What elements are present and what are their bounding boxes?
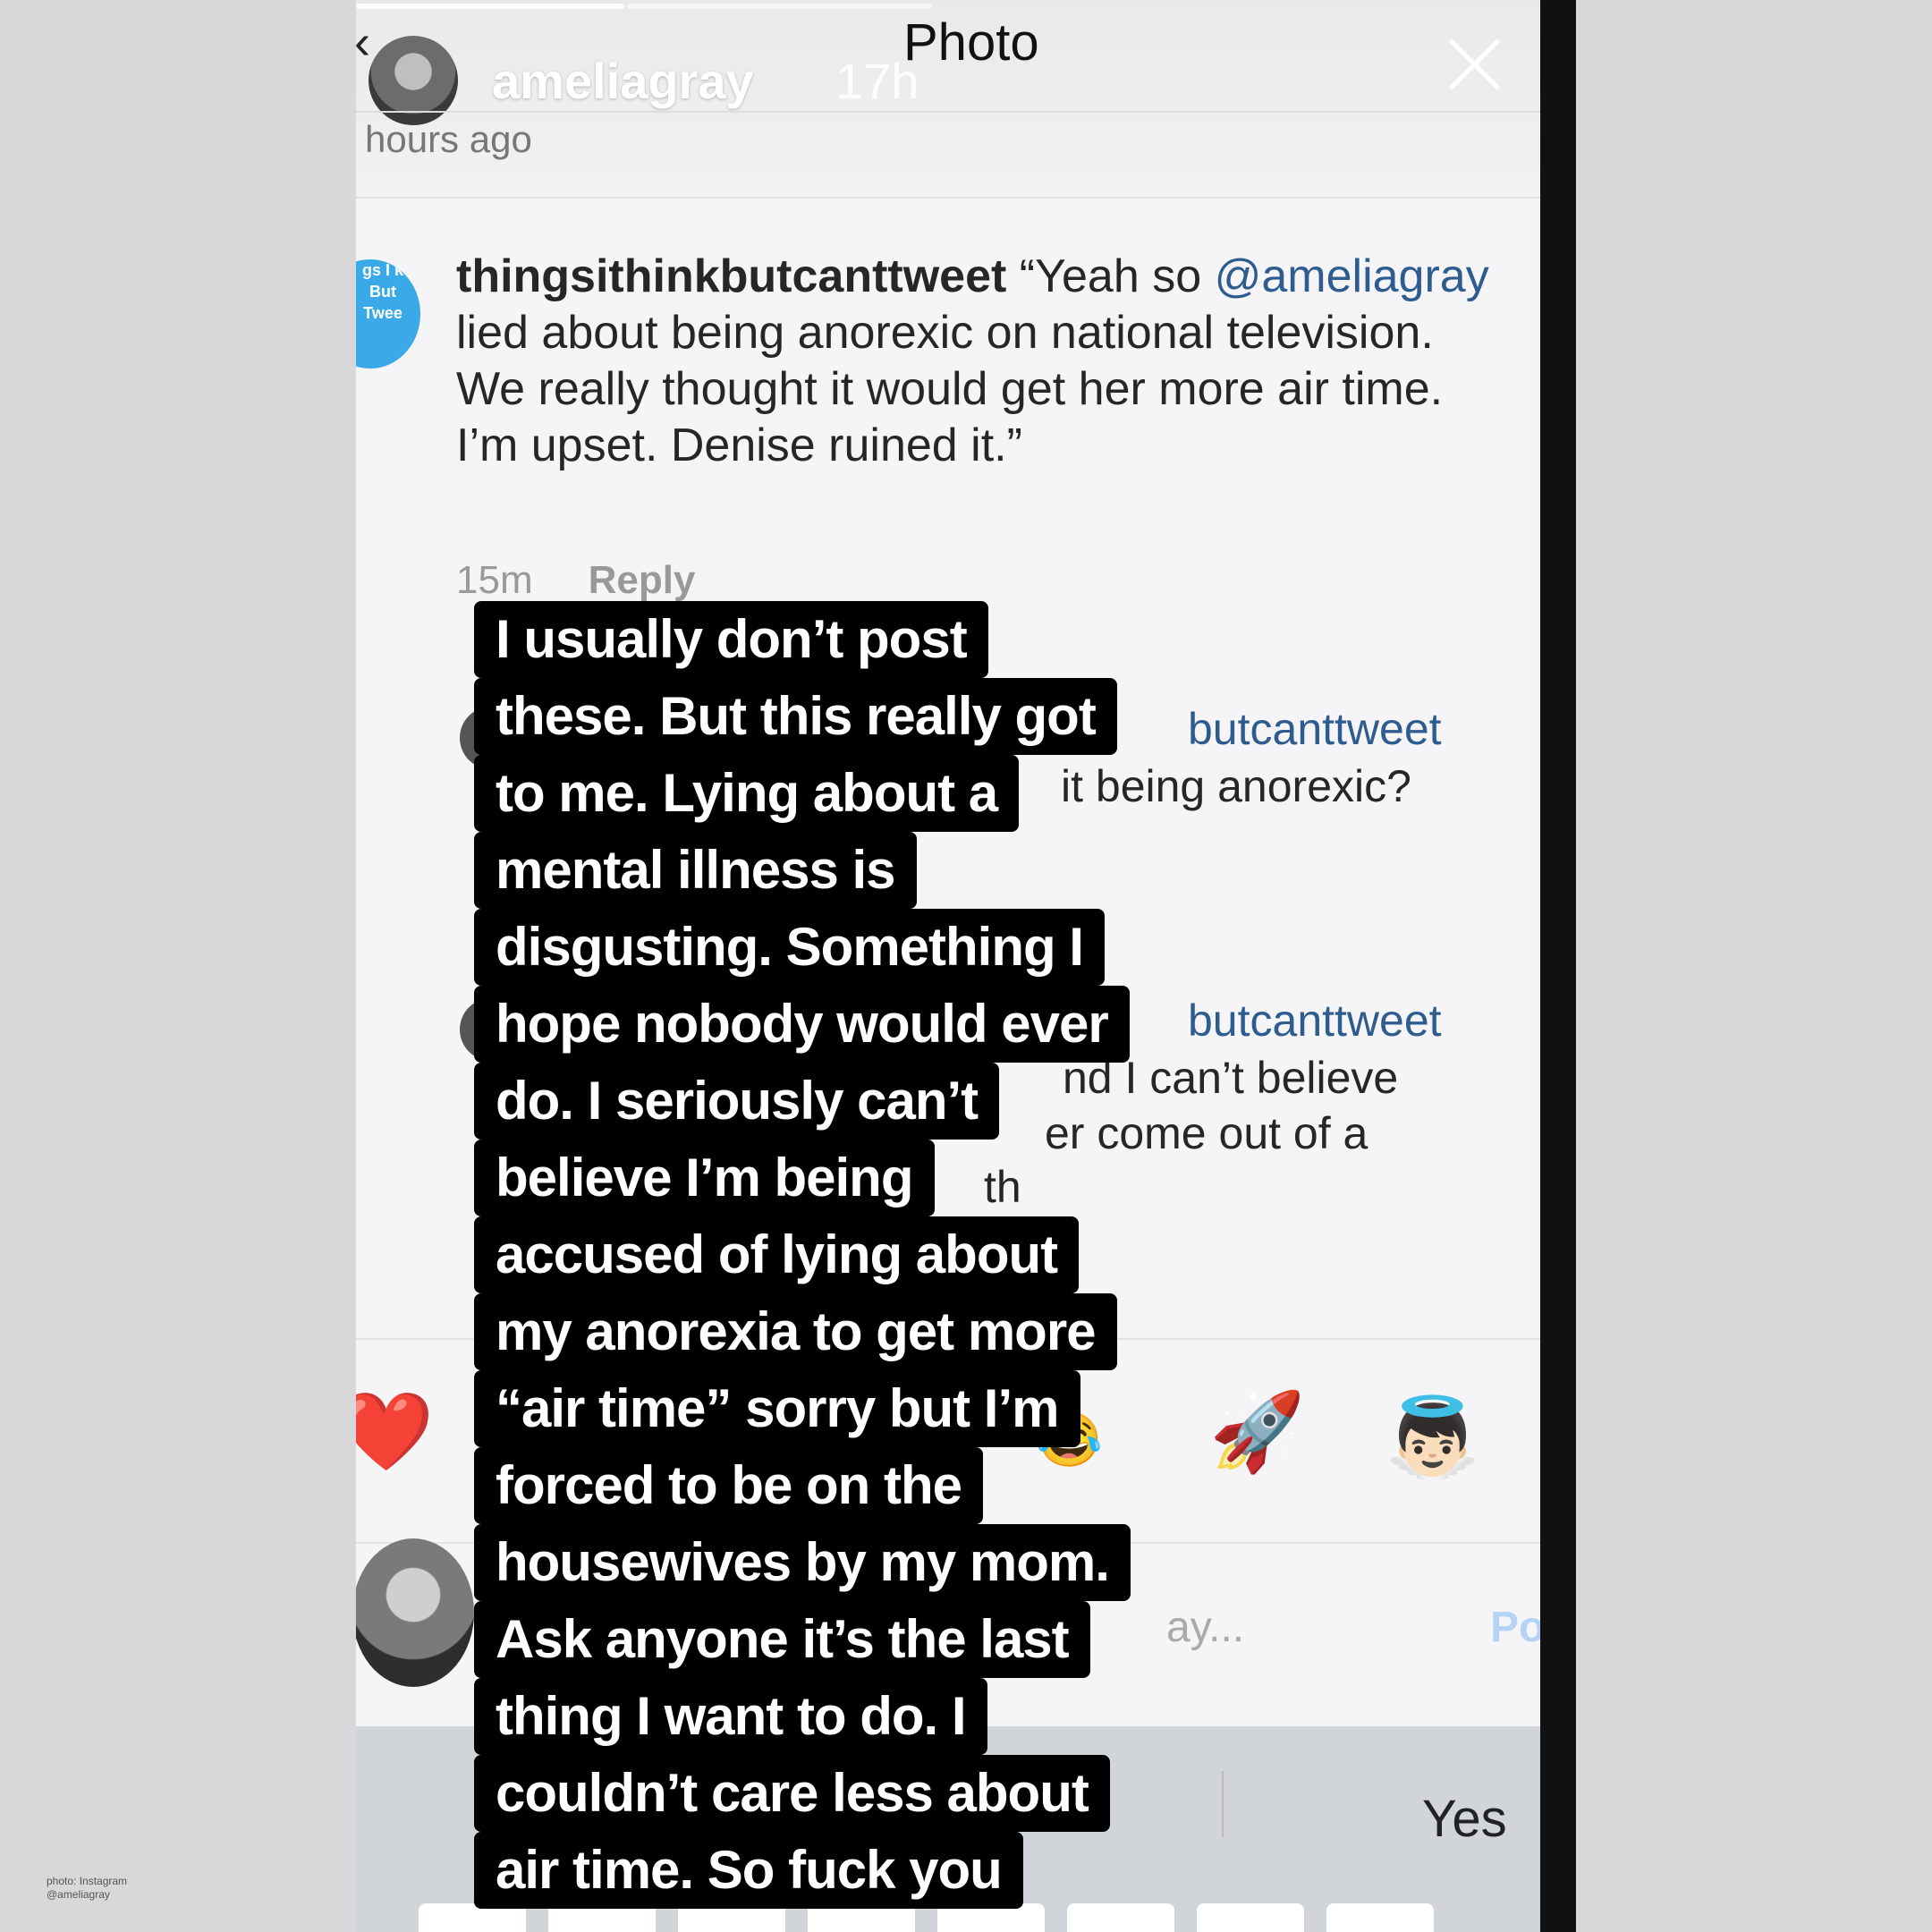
caption-line: thing I want to do. I bbox=[474, 1678, 987, 1755]
caption-line: “air time” sorry but I’m bbox=[474, 1370, 1080, 1447]
caption-line: to me. Lying about a bbox=[474, 755, 1020, 832]
caption-line: I usually don’t post bbox=[474, 601, 988, 678]
credit-line: photo: Instagram bbox=[47, 1875, 128, 1887]
commenter-avatar[interactable]: gs I k But Twee bbox=[356, 259, 420, 369]
divider bbox=[1222, 1771, 1224, 1837]
caption-overlay: I usually don’t post these. But this rea… bbox=[474, 601, 1131, 1909]
subtitle: hours ago bbox=[365, 118, 532, 160]
caption-line: these. But this really got bbox=[474, 678, 1117, 755]
avatar-text: gs I k But Twee bbox=[361, 261, 404, 322]
reply-username[interactable]: butcanttweet bbox=[1188, 995, 1442, 1046]
story-progress-bar bbox=[628, 4, 932, 9]
photo-credit: photo: Instagram @ameliagray bbox=[47, 1875, 127, 1902]
keyboard-key[interactable] bbox=[1326, 1903, 1434, 1932]
chevron-left-icon[interactable]: ‹ bbox=[356, 14, 370, 70]
rocket-emoji-button[interactable]: 🚀 bbox=[1209, 1394, 1305, 1470]
caption-line: my anorexia to get more bbox=[474, 1293, 1117, 1370]
close-icon[interactable] bbox=[1445, 36, 1503, 93]
comment-input[interactable]: ay... bbox=[1166, 1603, 1244, 1652]
caption-line: mental illness is bbox=[474, 832, 917, 909]
caption-line: housewives by my mom. bbox=[474, 1524, 1131, 1601]
angel-emoji-button[interactable]: 👼🏻 bbox=[1385, 1399, 1480, 1476]
caption-line: couldn’t care less about bbox=[474, 1755, 1110, 1832]
post-button[interactable]: Po bbox=[1490, 1603, 1540, 1652]
caption-line: do. I seriously can’t bbox=[474, 1063, 1000, 1140]
divider bbox=[356, 197, 1540, 199]
caption-line: Ask anyone it’s the last bbox=[474, 1601, 1090, 1678]
caption-line: accused of lying about bbox=[474, 1216, 1080, 1293]
reply-button[interactable]: Reply bbox=[589, 558, 696, 602]
story-username[interactable]: ameliagray bbox=[492, 52, 754, 110]
image-border bbox=[1540, 0, 1576, 1932]
comment-mention[interactable]: @ameliagray bbox=[1215, 250, 1489, 302]
story-header: ‹ ameliagray 17h Photo hours ago bbox=[356, 0, 1540, 197]
comment-username[interactable]: thingsithinkbutcanttweet bbox=[456, 250, 1006, 302]
divider bbox=[356, 111, 1540, 113]
avatar bbox=[356, 1538, 474, 1687]
comment-meta: 15m Reply bbox=[456, 558, 695, 603]
caption-line: air time. So fuck you bbox=[474, 1832, 1023, 1909]
comment-text-start: “Yeah so bbox=[1006, 250, 1215, 302]
keyboard-key[interactable] bbox=[1197, 1903, 1304, 1932]
page-title: Photo bbox=[903, 13, 1039, 72]
caption-line: forced to be on the bbox=[474, 1447, 983, 1524]
caption-line: disgusting. Something I bbox=[474, 909, 1105, 986]
caption-line: hope nobody would ever bbox=[474, 986, 1130, 1063]
keyboard-suggestion[interactable]: Yes bbox=[1422, 1789, 1507, 1849]
story-progress-bar bbox=[356, 4, 624, 9]
comment-text: thingsithinkbutcanttweet “Yeah so @ameli… bbox=[456, 249, 1512, 474]
caption-line: believe I’m being bbox=[474, 1140, 935, 1216]
comment-text-rest: lied about being anorexic on national te… bbox=[456, 307, 1444, 471]
reply-username[interactable]: butcanttweet bbox=[1188, 703, 1442, 755]
heart-emoji-button[interactable]: ❤️ bbox=[356, 1394, 434, 1470]
comment-time: 15m bbox=[456, 558, 533, 602]
credit-line: @ameliagray bbox=[47, 1888, 110, 1901]
